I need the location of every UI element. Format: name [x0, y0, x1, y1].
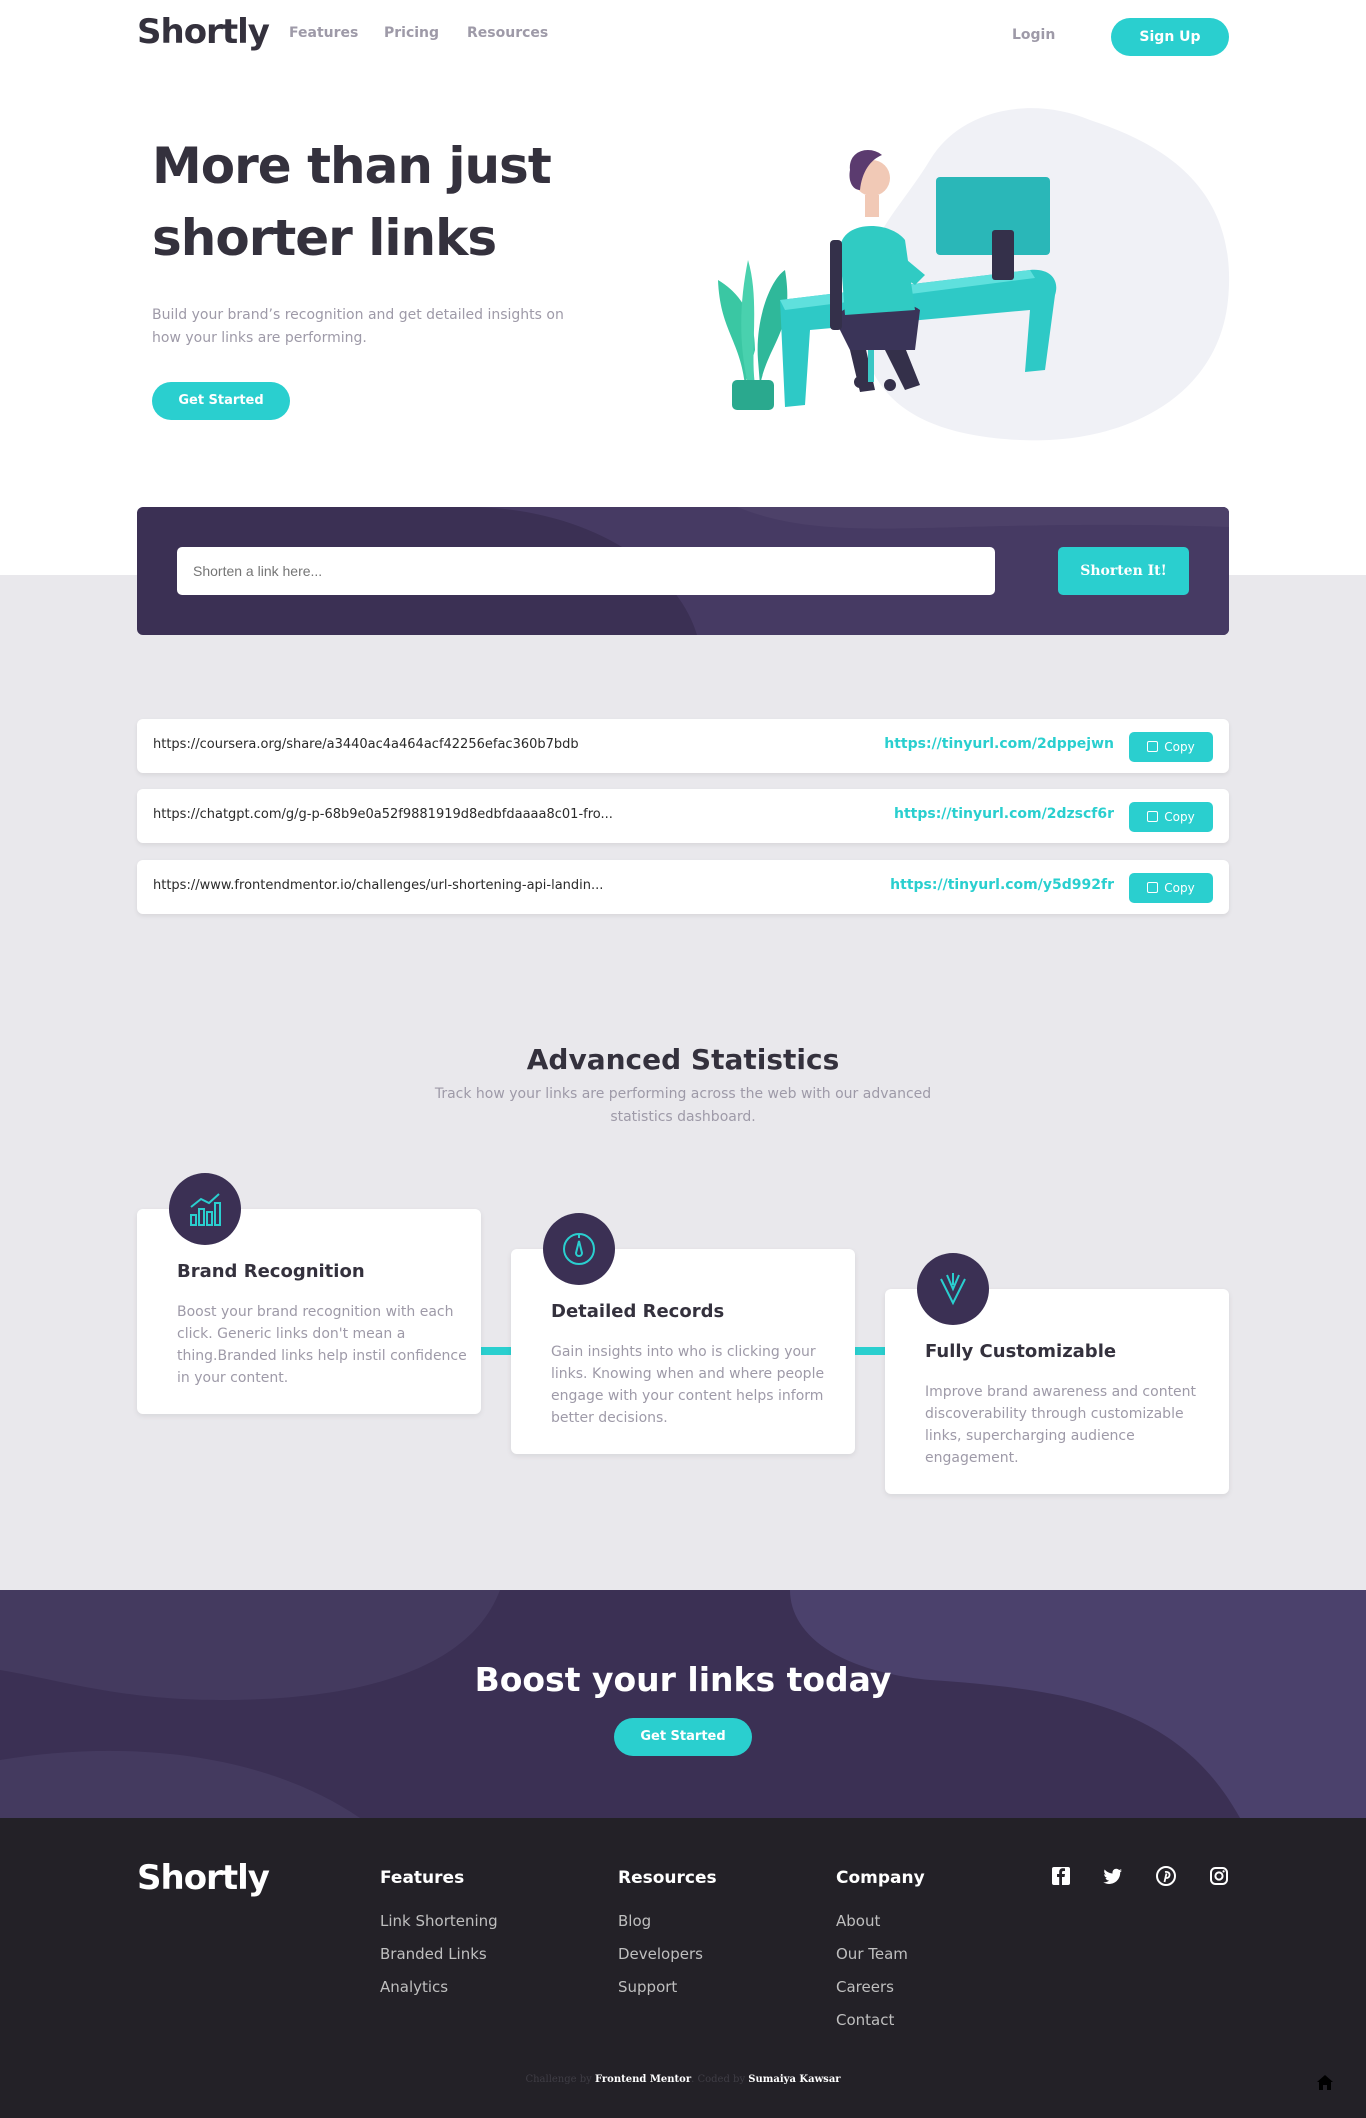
card-title: Detailed Records — [551, 1301, 725, 1322]
gauge-icon — [543, 1213, 615, 1285]
footer-link[interactable]: Contact — [836, 2011, 894, 2029]
copy-label: Copy — [1164, 740, 1195, 754]
frontend-mentor-link[interactable]: Frontend Mentor — [595, 2074, 691, 2085]
copy-icon — [1147, 882, 1159, 893]
home-icon[interactable] — [1316, 2074, 1334, 2092]
nav-pricing[interactable]: Pricing — [384, 25, 439, 41]
copy-label: Copy — [1164, 881, 1195, 895]
footer-link[interactable]: Link Shortening — [380, 1912, 498, 1930]
instagram-icon[interactable] — [1209, 1866, 1229, 1886]
footer-link[interactable]: Careers — [836, 1978, 894, 1996]
card-text: Improve brand awareness and content disc… — [925, 1384, 1197, 1466]
card-title: Fully Customizable — [925, 1341, 1117, 1362]
footer-link[interactable]: Blog — [618, 1912, 651, 1930]
stats-subtitle: Track how your links are performing acro… — [434, 1086, 932, 1125]
pinterest-icon[interactable] — [1156, 1866, 1176, 1886]
brushes-icon — [917, 1253, 989, 1325]
short-url[interactable]: https://tinyurl.com/y5d992fr — [890, 877, 1114, 893]
stats-title: Advanced Statistics — [526, 1043, 840, 1076]
copy-button[interactable]: Copy — [1129, 873, 1213, 903]
feature-card: Brand Recognition Boost your brand recog… — [137, 1173, 481, 1414]
hero-get-started-button[interactable]: Get Started — [152, 382, 290, 420]
boost-title: Boost your links today — [474, 1660, 892, 1699]
logo[interactable]: Shortly — [137, 12, 270, 52]
author-link[interactable]: Sumaiya Kawsar — [748, 2074, 840, 2085]
footer-logo[interactable]: Shortly — [137, 1858, 270, 1898]
attribution: Challenge by Frontend Mentor. Coded by S… — [0, 2074, 1366, 2085]
feature-card: Fully Customizable Improve brand awarene… — [885, 1253, 1229, 1494]
result-row: https://coursera.org/share/a3440ac4a464a… — [137, 719, 1229, 773]
signup-button[interactable]: Sign Up — [1111, 18, 1229, 56]
twitter-icon[interactable] — [1103, 1866, 1123, 1886]
card-text: Gain insights into who is clicking your … — [551, 1344, 825, 1426]
original-url: https://coursera.org/share/a3440ac4a464a… — [153, 737, 579, 752]
footer-link[interactable]: Developers — [618, 1945, 703, 1963]
card-text: Boost your brand recognition with each c… — [177, 1304, 467, 1386]
footer: Shortly Features Link Shortening Branded… — [0, 1818, 1366, 2118]
feature-card: Detailed Records Gain insights into who … — [511, 1213, 855, 1454]
footer-link[interactable]: Support — [618, 1978, 677, 1996]
footer-col-title: Resources — [618, 1868, 717, 1888]
copy-icon — [1147, 811, 1159, 822]
nav-features[interactable]: Features — [289, 25, 358, 41]
hero-text: Build your brand’s recognition and get d… — [152, 307, 564, 346]
result-row: https://www.frontendmentor.io/challenges… — [137, 860, 1229, 914]
short-url[interactable]: https://tinyurl.com/2dppejwn — [884, 736, 1114, 752]
result-row: https://chatgpt.com/g/g-p-68b9e0a52f9881… — [137, 789, 1229, 843]
top-nav: Shortly Features Pricing Resources Login… — [0, 0, 1366, 70]
copy-icon — [1147, 741, 1159, 752]
bar-chart-icon — [169, 1173, 241, 1245]
shorten-panel: Shorten It! — [137, 507, 1229, 635]
original-url: https://chatgpt.com/g/g-p-68b9e0a52f9881… — [153, 807, 613, 822]
copy-button[interactable]: Copy — [1129, 802, 1213, 832]
footer-link[interactable]: Branded Links — [380, 1945, 487, 1963]
copy-button[interactable]: Copy — [1129, 732, 1213, 762]
nav-resources[interactable]: Resources — [467, 25, 548, 41]
footer-col-title: Features — [380, 1868, 465, 1888]
boost-get-started-button[interactable]: Get Started — [614, 1718, 752, 1756]
login-link[interactable]: Login — [1012, 27, 1055, 43]
shorten-input[interactable] — [177, 547, 995, 595]
footer-link[interactable]: Analytics — [380, 1978, 448, 1996]
shorten-button[interactable]: Shorten It! — [1058, 547, 1189, 595]
footer-col-title: Company — [836, 1868, 925, 1888]
attribution-prefix: Challenge by — [525, 2074, 592, 2085]
working-illustration — [718, 108, 1230, 441]
footer-link[interactable]: About — [836, 1912, 880, 1930]
boost-background-shape — [0, 1590, 1366, 1818]
copy-label: Copy — [1164, 810, 1195, 824]
attribution-coded: . Coded by — [691, 2074, 746, 2085]
short-url[interactable]: https://tinyurl.com/2dzscf6r — [894, 806, 1114, 822]
facebook-icon[interactable] — [1051, 1866, 1071, 1886]
original-url: https://www.frontendmentor.io/challenges… — [153, 878, 604, 893]
boost-section: Boost your links today Get Started — [0, 1590, 1366, 1818]
hero-title: More than just shorter links — [152, 137, 552, 267]
footer-link[interactable]: Our Team — [836, 1945, 908, 1963]
card-title: Brand Recognition — [177, 1261, 365, 1282]
